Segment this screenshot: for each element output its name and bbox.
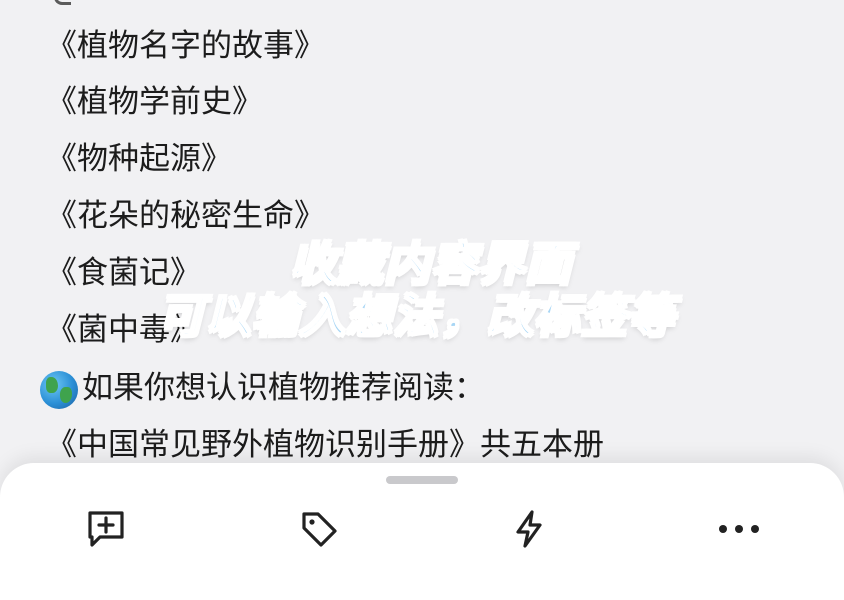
lightning-icon (516, 510, 542, 548)
book-title-line: 《物种起源》 (46, 141, 232, 177)
cut-off-text-line (46, 0, 76, 5)
caption-overlay-line-2: 可以输入想法，改标签等 (157, 288, 675, 344)
book-title-line: 《植物名字的故事》 (46, 28, 325, 64)
book-title-line: 《植物学前史》 (46, 84, 263, 120)
quick-action-button[interactable] (503, 503, 555, 555)
recommend-heading: 如果你想认识植物推荐阅读： (82, 370, 485, 406)
tag-button[interactable] (293, 503, 345, 555)
recommend-item: 《中国常见野外植物识别手册》共五本册 (46, 427, 604, 463)
screen: 《植物名字的故事》 《植物学前史》 《物种起源》 《花朵的秘密生命》 《食菌记》… (0, 0, 844, 600)
globe-icon (40, 371, 78, 409)
add-note-icon (88, 511, 124, 547)
bottom-action-sheet (0, 463, 844, 600)
tag-icon (302, 512, 337, 547)
book-title-line: 《花朵的秘密生命》 (46, 198, 325, 234)
more-icon (719, 525, 759, 533)
more-button[interactable] (713, 503, 765, 555)
drag-handle[interactable] (386, 476, 458, 484)
add-note-button[interactable] (80, 503, 132, 555)
